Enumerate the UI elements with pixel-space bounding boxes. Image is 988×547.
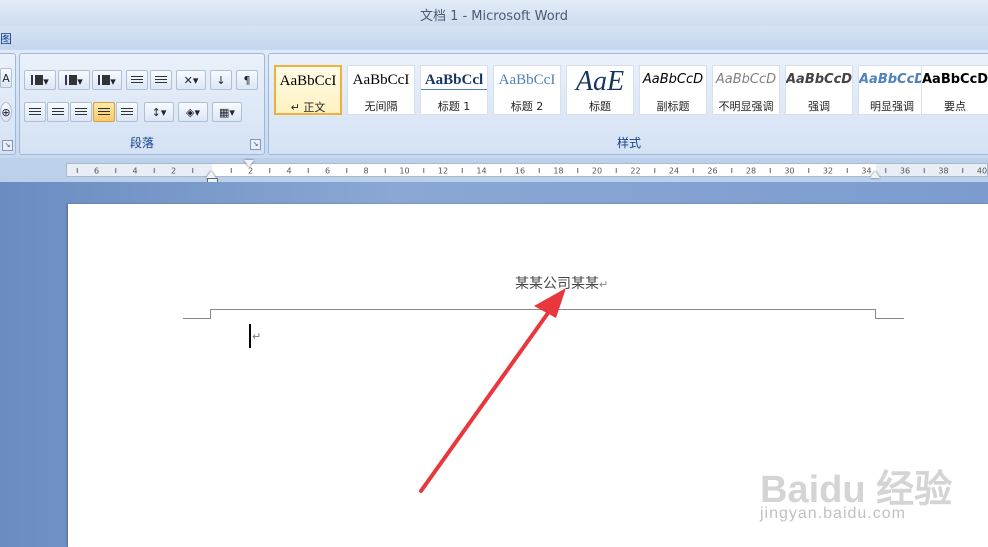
baidu-watermark-url: jingyan.baidu.com xyxy=(760,505,906,522)
